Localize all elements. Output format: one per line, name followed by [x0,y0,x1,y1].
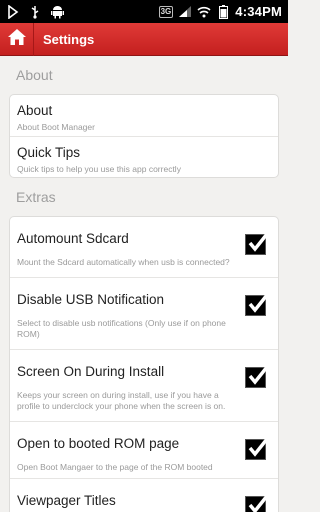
status-left-icons [6,4,64,19]
home-button[interactable] [0,22,34,56]
pref-quick-tips[interactable]: Quick Tips Quick tips to help you use th… [10,137,278,177]
action-bar: Settings [0,22,288,56]
battery-icon [216,4,230,19]
network-badge: 3G [158,5,174,18]
pref-open-booted-rom-page[interactable]: Open to booted ROM page Open Boot Mangae… [10,422,278,479]
checkmark-icon [248,293,269,313]
screen-on-checkbox[interactable] [245,365,269,388]
pref-screen-on-during-install[interactable]: Screen On During Install Keeps your scre… [10,350,278,422]
status-right-icons: 3G 4:34PM [158,4,282,19]
status-time: 4:34PM [235,4,282,19]
signal-icon [178,5,192,19]
pref-title: About [17,103,53,118]
extras-card: Automount Sdcard Mount the Sdcard automa… [9,216,279,512]
usb-debug-icon [6,4,20,19]
about-card: About About Boot Manager Quick Tips Quic… [9,94,279,178]
checkmark-icon [248,437,269,457]
pref-title: Automount Sdcard [17,231,129,246]
pref-title: Quick Tips [17,145,81,160]
status-bar: 3G 4:34PM [0,0,288,23]
pref-disable-usb-notification[interactable]: Disable USB Notification Select to disab… [10,278,278,350]
checkmark-icon [248,232,269,252]
home-icon [7,28,27,51]
automount-checkbox[interactable] [245,232,269,255]
open-booted-rom-checkbox[interactable] [245,437,269,460]
pref-title: Screen On During Install [17,364,165,379]
pref-summary: Mount the Sdcard automatically when usb … [17,257,230,267]
wifi-icon [197,5,211,19]
checkmark-icon [248,365,269,385]
page-title: Settings [43,31,95,47]
pref-title: Viewpager Titles [17,493,116,508]
viewpager-titles-checkbox[interactable] [245,494,269,512]
pref-summary: Quick tips to help you use this app corr… [17,164,181,174]
pref-summary: Keeps your screen on during install, use… [17,390,226,411]
usb-icon [28,5,42,19]
section-header-extras: Extras [16,189,56,205]
android-icon [50,5,64,19]
pref-about[interactable]: About About Boot Manager [10,95,278,137]
disable-usb-checkbox[interactable] [245,293,269,316]
section-header-about: About [16,67,53,83]
pref-summary: About Boot Manager [17,122,95,132]
pref-title: Disable USB Notification [17,292,165,307]
pref-summary: Select to disable usb notifications (Onl… [17,318,226,339]
pref-title: Open to booted ROM page [17,436,180,451]
pref-viewpager-titles[interactable]: Viewpager Titles [10,479,278,512]
checkmark-icon [248,494,269,512]
pref-summary: Open Boot Mangaer to the page of the ROM… [17,462,213,472]
pref-automount-sdcard[interactable]: Automount Sdcard Mount the Sdcard automa… [10,217,278,278]
settings-list: About About About Boot Manager Quick Tip… [0,56,288,512]
